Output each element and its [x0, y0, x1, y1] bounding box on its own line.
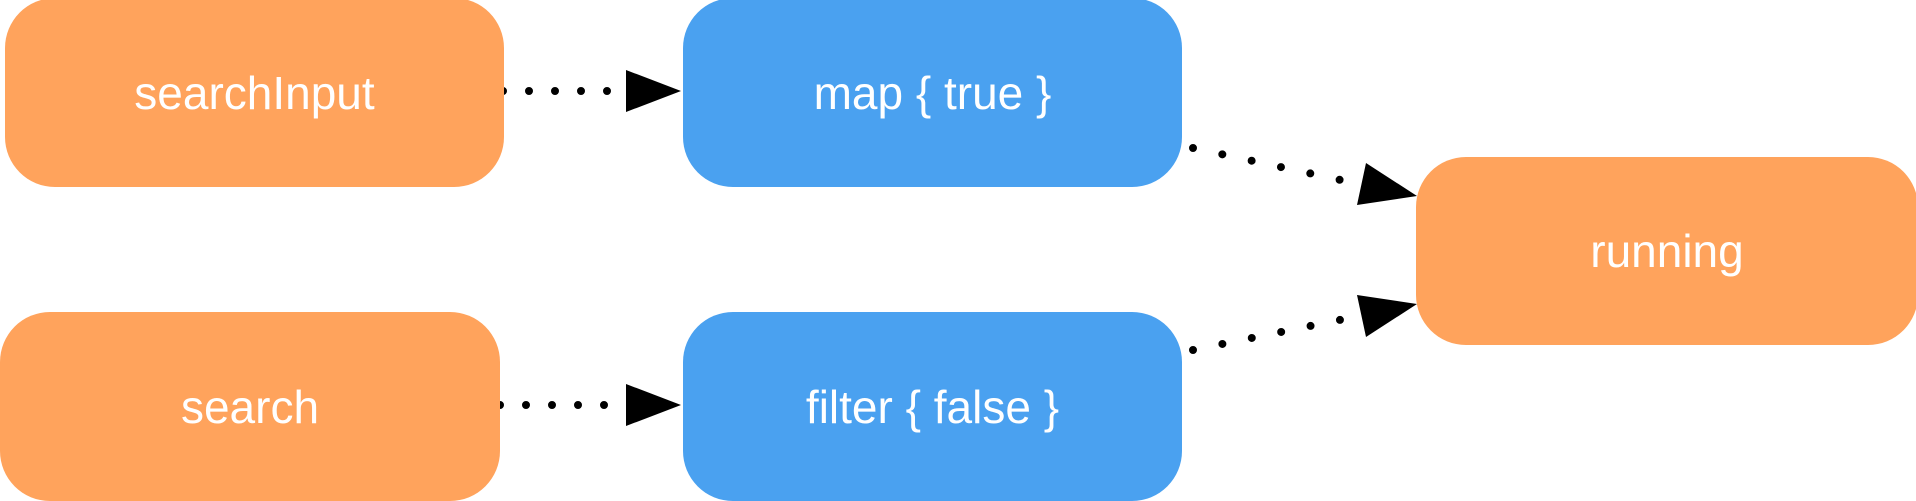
node-search: search [0, 312, 500, 501]
arrowhead-icon [1357, 163, 1417, 205]
node-filter: filter { false } [683, 312, 1182, 501]
arrowhead-icon [1357, 295, 1417, 337]
node-label: searchInput [134, 66, 375, 119]
node-map: map { true } [683, 0, 1182, 187]
edge-search-to-filter [496, 384, 681, 426]
edge-map-to-running [1189, 144, 1417, 205]
edge-filter-to-running [1189, 295, 1417, 354]
node-searchinput: searchInput [5, 0, 504, 187]
node-label: running [1590, 225, 1744, 277]
node-label: filter { false } [805, 380, 1060, 433]
edge-searchinput-to-map [499, 70, 681, 112]
arrowhead-icon [626, 70, 681, 112]
node-label: search [180, 380, 320, 433]
node-label: map { true } [813, 66, 1052, 119]
node-running: running [1416, 157, 1916, 345]
arrowhead-icon [626, 384, 681, 426]
